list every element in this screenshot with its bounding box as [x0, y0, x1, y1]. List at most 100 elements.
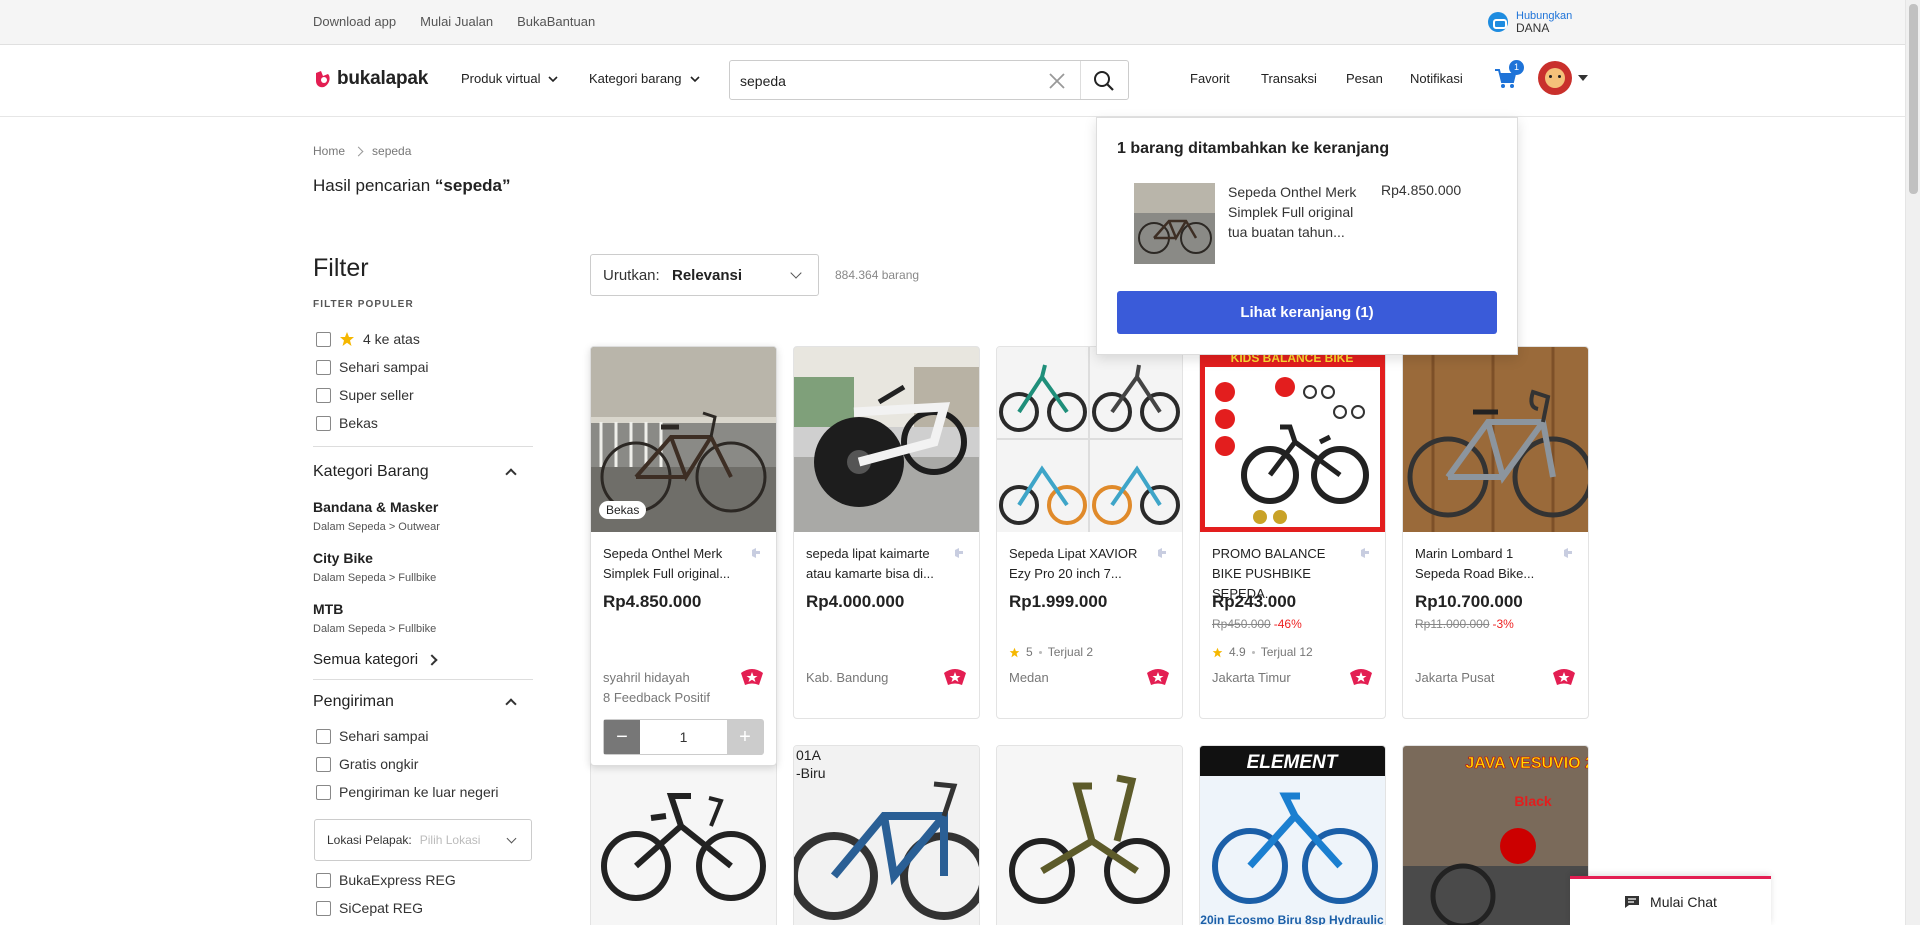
page-root: Download app Mulai Jualan BukaBantuan Hu…	[0, 0, 1920, 925]
popup-product-price: Rp4.850.000	[1381, 182, 1462, 198]
cart-count-badge: 1	[1509, 60, 1524, 75]
filter-gratis-ongkir[interactable]: Gratis ongkir	[316, 756, 418, 772]
product-image	[1403, 347, 1588, 532]
scrollbar-thumb[interactable]	[1909, 4, 1918, 194]
discount-label: -46%	[1273, 617, 1302, 631]
breadcrumb-home[interactable]: Home	[313, 144, 345, 158]
notifikasi-link[interactable]: Notifikasi	[1410, 71, 1463, 86]
page-scrollbar[interactable]	[1905, 0, 1920, 925]
filter-bekas[interactable]: Bekas	[316, 415, 378, 431]
filter-sehari-sampai[interactable]: Sehari sampai	[316, 359, 429, 375]
product-old-price-row: Rp11.000.000 -3%	[1415, 617, 1514, 631]
produk-virtual-dropdown[interactable]: Produk virtual	[461, 71, 559, 86]
semua-kategori-link[interactable]: Semua kategori	[313, 651, 438, 668]
category-path: Dalam Sepeda > Fullbike	[313, 572, 437, 584]
quantity-value[interactable]: 1	[640, 720, 727, 754]
chevron-up-icon[interactable]	[505, 468, 517, 480]
chevron-down-icon	[689, 75, 700, 82]
product-card[interactable]: Sepeda Lipat XAVIOR Ezy Pro 20 inch 7...…	[996, 346, 1183, 719]
dana-connect-link[interactable]: Hubungkan DANA	[1488, 10, 1572, 34]
filter-super-seller[interactable]: Super seller	[316, 387, 414, 403]
increase-quantity-button[interactable]: +	[727, 720, 763, 754]
product-price: Rp4.000.000	[806, 592, 905, 611]
product-name[interactable]: Sepeda Onthel Merk Simplek Full original…	[603, 544, 743, 584]
favorit-link[interactable]: Favorit	[1190, 71, 1230, 86]
product-name[interactable]: sepeda lipat kaimarte atau kamarte bisa …	[806, 544, 946, 584]
product-image: 01A -Biru	[794, 746, 979, 925]
product-name[interactable]: Sepeda Lipat XAVIOR Ezy Pro 20 inch 7...	[1009, 544, 1149, 584]
bukalapak-logo-icon	[313, 69, 333, 89]
view-cart-button[interactable]: Lihat keranjang (1)	[1117, 291, 1497, 334]
product-card[interactable]: Bekas Sepeda Onthel Merk Simplek Full or…	[590, 346, 777, 766]
search-icon[interactable]	[1093, 70, 1115, 92]
produk-virtual-label: Produk virtual	[461, 71, 541, 86]
avatar[interactable]	[1538, 61, 1572, 95]
ad-pin-icon	[1564, 548, 1572, 558]
chevron-right-icon	[353, 146, 364, 156]
checkbox[interactable]	[316, 728, 331, 744]
filter-rating-4[interactable]: 4 ke atas	[316, 331, 420, 347]
kategori-barang-dropdown[interactable]: Kategori barang	[589, 71, 700, 86]
sold-count: Terjual 2	[1047, 645, 1094, 659]
download-app-link[interactable]: Download app	[313, 14, 396, 29]
product-rating: 4.9 Terjual 12	[1212, 645, 1313, 659]
brand-logo[interactable]: bukalapak	[313, 68, 428, 90]
checkbox[interactable]	[316, 784, 331, 800]
checkbox[interactable]	[316, 756, 331, 772]
category-city-bike[interactable]: City Bike	[313, 550, 373, 566]
popup-product-image	[1134, 183, 1215, 264]
discount-label: -3%	[1492, 617, 1514, 631]
filter-luar-negeri[interactable]: Pengiriman ke luar negeri	[316, 784, 499, 800]
condition-badge: Bekas	[599, 501, 647, 519]
pengiriman-section[interactable]: Pengiriman	[313, 693, 519, 711]
seller-badge-icon	[1147, 669, 1169, 685]
dana-line2: DANA	[1516, 21, 1550, 35]
product-image: ELEMENT 20in Ecosmo Biru 8sp Hydraulic	[1200, 746, 1385, 925]
clear-search-icon[interactable]	[1048, 72, 1066, 90]
lokasi-pelapak-select[interactable]: Lokasi Pelapak: Pilih Lokasi	[314, 819, 532, 861]
filter-bukaexpress[interactable]: BukaExpress REG	[316, 872, 456, 888]
checkbox[interactable]	[316, 415, 331, 431]
product-card[interactable]: ELEMENT 20in Ecosmo Biru 8sp Hydraulic	[1199, 745, 1386, 925]
mulai-jualan-link[interactable]: Mulai Jualan	[420, 14, 493, 29]
old-price: Rp450.000	[1212, 617, 1271, 631]
product-card[interactable]: Marin Lombard 1 Sepeda Road Bike... Rp10…	[1402, 346, 1589, 719]
transaksi-link[interactable]: Transaksi	[1261, 71, 1317, 86]
category-mtb[interactable]: MTB	[313, 601, 343, 617]
product-card[interactable]	[590, 745, 777, 925]
filter-label: 4 ke atas	[363, 331, 420, 347]
checkbox[interactable]	[316, 387, 331, 403]
seller-feedback: 8 Feedback Positif	[603, 690, 710, 705]
kategori-barang-section[interactable]: Kategori Barang	[313, 463, 519, 481]
decrease-quantity-button[interactable]: −	[604, 720, 640, 754]
sort-dropdown[interactable]: Urutkan: Relevansi	[590, 254, 819, 296]
bukabantuan-link[interactable]: BukaBantuan	[517, 14, 595, 29]
checkbox[interactable]	[316, 900, 331, 916]
chevron-up-icon[interactable]	[505, 698, 517, 710]
divider	[313, 446, 533, 447]
filter-sicepat[interactable]: SiCepat REG	[316, 900, 423, 916]
pesan-link[interactable]: Pesan	[1346, 71, 1383, 86]
popup-title: 1 barang ditambahkan ke keranjang	[1117, 140, 1390, 157]
product-card[interactable]: 01A -Biru	[793, 745, 980, 925]
caret-down-icon[interactable]	[1578, 75, 1588, 81]
sort-value: Relevansi	[672, 267, 743, 284]
product-image: KIDS BALANCE BIKE	[1200, 347, 1385, 532]
product-card[interactable]: KIDS BALANCE BIKE PROMO BALANCE BIKE PUS…	[1199, 346, 1386, 719]
filter-pengiriman-sehari[interactable]: Sehari sampai	[316, 728, 429, 744]
image-text: -Biru	[796, 765, 826, 781]
start-chat-button[interactable]: Mulai Chat	[1570, 876, 1771, 925]
checkbox[interactable]	[316, 331, 331, 347]
seller-name[interactable]: syahril hidayah	[603, 670, 690, 685]
product-card[interactable]: sepeda lipat kaimarte atau kamarte bisa …	[793, 346, 980, 719]
seller-badge-icon	[1350, 669, 1372, 685]
rating-value: 4.9	[1229, 645, 1246, 659]
product-card[interactable]: JAVA VESUVIO 2021 Black	[1402, 745, 1589, 925]
checkbox[interactable]	[316, 872, 331, 888]
search-input[interactable]	[740, 70, 1040, 92]
product-card[interactable]	[996, 745, 1183, 925]
category-bandana-masker[interactable]: Bandana & Masker	[313, 499, 438, 515]
product-price: Rp1.999.000	[1009, 592, 1108, 611]
product-name[interactable]: Marin Lombard 1 Sepeda Road Bike...	[1415, 544, 1555, 584]
checkbox[interactable]	[316, 359, 331, 375]
